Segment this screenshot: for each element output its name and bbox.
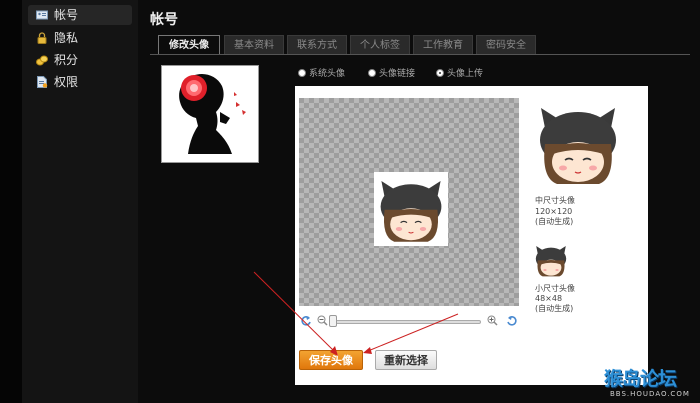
radio-system-avatar[interactable]: 系统头像 <box>298 66 345 79</box>
tab-work-education[interactable]: 工作教育 <box>413 35 473 54</box>
radio-avatar-upload[interactable]: 头像上传 <box>436 66 483 79</box>
permission-doc-icon <box>37 76 48 88</box>
zoom-out-icon[interactable] <box>317 315 328 326</box>
page-title: 帐号 <box>150 12 178 28</box>
tab-password-security[interactable]: 密码安全 <box>476 35 536 54</box>
watermark-logo: 猴岛论坛 <box>604 368 677 390</box>
cat-hat-girl-avatar-image <box>375 173 447 245</box>
small-preview-size: 48×48 <box>535 294 563 303</box>
id-card-icon <box>36 10 48 20</box>
left-edge-bar <box>0 0 22 403</box>
tab-contact[interactable]: 联系方式 <box>287 35 347 54</box>
medium-preview-title: 中尺寸头像 <box>535 196 575 205</box>
medium-preview-note: (自动生成) <box>535 217 574 226</box>
medium-avatar-preview <box>533 98 623 188</box>
sidebar-item-label: 权限 <box>54 75 79 89</box>
lock-icon <box>37 32 47 44</box>
cat-hat-girl-avatar-image <box>533 98 623 188</box>
radio-label: 头像链接 <box>379 69 416 79</box>
save-avatar-button[interactable]: 保存头像 <box>299 350 363 370</box>
sidebar-item-permissions[interactable]: 权限 <box>28 72 132 92</box>
tab-bar: 修改头像 基本资料 联系方式 个人标签 工作教育 密码安全 <box>158 35 678 55</box>
zoom-in-icon[interactable] <box>487 315 498 326</box>
radio-avatar-link[interactable]: 头像链接 <box>368 66 415 79</box>
forum-watermark: 猴岛论坛 BBS.HOUDAO.COM <box>604 364 696 400</box>
small-preview-title: 小尺寸头像 <box>535 284 575 293</box>
sidebar-item-label: 积分 <box>54 53 79 67</box>
sidebar-item-points[interactable]: 积分 <box>28 50 132 70</box>
sidebar-item-label: 帐号 <box>54 8 79 22</box>
radio-dot[interactable] <box>298 68 306 77</box>
sidebar: 帐号 隐私 积分 权限 <box>22 0 138 403</box>
coins-icon <box>36 55 48 66</box>
sidebar-item-account[interactable]: 帐号 <box>28 5 132 25</box>
radio-dot[interactable] <box>368 68 376 77</box>
small-avatar-preview <box>533 242 569 278</box>
cat-hat-girl-avatar-image <box>533 242 569 278</box>
rotate-left-icon[interactable] <box>301 315 312 326</box>
tab-personal-tags[interactable]: 个人标签 <box>350 35 410 54</box>
reselect-button[interactable]: 重新选择 <box>375 350 437 370</box>
small-preview-note: (自动生成) <box>535 304 574 313</box>
zoom-bar <box>299 314 519 328</box>
avatar-editor-panel: 保存头像 重新选择 中尺寸头像 120×120 (自动生成) 小尺寸头像 48×… <box>295 86 648 385</box>
tab-basic-info[interactable]: 基本资料 <box>224 35 284 54</box>
watermark-url: BBS.HOUDAO.COM <box>610 390 690 398</box>
tab-change-avatar[interactable]: 修改头像 <box>158 35 220 55</box>
current-avatar <box>162 66 258 162</box>
radio-dot-selected[interactable] <box>436 68 444 77</box>
zoom-slider-track[interactable] <box>331 320 481 324</box>
zoom-slider-thumb[interactable] <box>329 315 337 327</box>
silhouette-avatar-image <box>162 66 258 162</box>
tab-divider <box>150 54 690 55</box>
crop-selection-box[interactable] <box>374 172 448 246</box>
sidebar-item-privacy[interactable]: 隐私 <box>28 28 132 48</box>
crop-canvas[interactable] <box>299 98 519 306</box>
radio-label: 头像上传 <box>447 69 484 79</box>
medium-preview-size: 120×120 <box>535 207 573 216</box>
rotate-right-icon[interactable] <box>506 315 517 326</box>
sidebar-item-label: 隐私 <box>54 31 79 45</box>
main-content: 帐号 修改头像 基本资料 联系方式 个人标签 工作教育 密码安全 系统头像 头像… <box>138 0 700 403</box>
radio-label: 系统头像 <box>309 69 346 79</box>
